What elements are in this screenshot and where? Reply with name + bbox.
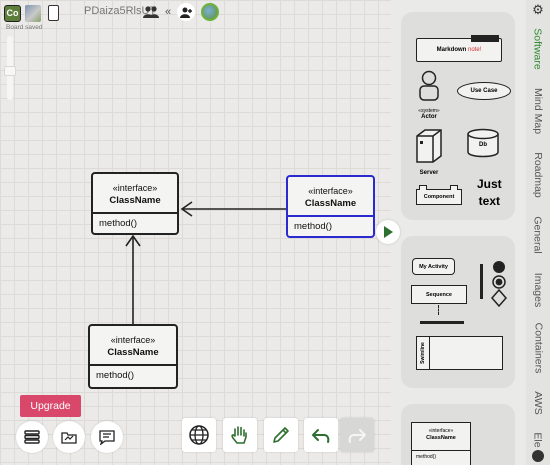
use-case-shape[interactable]: Use Case	[457, 82, 511, 100]
globe-button[interactable]	[182, 418, 216, 452]
component-label: Component	[423, 194, 455, 200]
open-folder-button[interactable]	[53, 421, 85, 453]
tab-mind-map[interactable]: Mind Map	[526, 82, 550, 140]
class-method: method()	[96, 370, 135, 381]
fork-bar[interactable]	[480, 264, 483, 299]
redo-icon	[348, 429, 366, 443]
activity-shapes-card: My Activity Sequence Swimline	[401, 236, 515, 388]
actor-shape[interactable]: «system» Actor	[415, 70, 443, 120]
settings-gear-icon[interactable]: ⚙	[529, 2, 547, 18]
upgrade-button[interactable]: Upgrade	[20, 395, 81, 417]
markdown-note-shape[interactable]: Markdown note!	[416, 35, 502, 62]
sequence-shape[interactable]: Sequence	[411, 285, 467, 304]
uml-class-top-left[interactable]: «interface» ClassName method()	[91, 172, 179, 235]
tab-roadmap[interactable]: Roadmap	[526, 148, 550, 202]
pencil-button[interactable]	[264, 418, 298, 452]
db-shape[interactable]: Db	[466, 128, 500, 158]
uml-class-bottom[interactable]: «interface» ClassName method()	[88, 324, 178, 389]
decision-icon[interactable]	[491, 288, 507, 308]
comment-icon	[99, 429, 115, 445]
class-shape-method: method()	[416, 454, 437, 460]
just-text-line-2: text	[478, 194, 501, 208]
join-bar[interactable]	[420, 321, 464, 324]
class-shape-name: ClassName	[426, 435, 456, 441]
class-shapes-card: «interface» ClassName method()	[401, 404, 515, 465]
component-port	[419, 185, 427, 190]
class-stereotype: «interface»	[308, 186, 353, 196]
actor-label: Actor	[421, 114, 437, 120]
pan-hand-button[interactable]	[223, 418, 257, 452]
class-header: «interface» ClassName	[93, 174, 177, 214]
activity-label: My Activity	[419, 263, 448, 270]
folder-icon	[61, 432, 77, 444]
shape-panel: Markdown note! «system» Actor Use Case S…	[391, 0, 526, 465]
flow-controls	[491, 261, 507, 308]
tab-images[interactable]: Images	[526, 266, 550, 314]
software-shapes-card: Markdown note! «system» Actor Use Case S…	[401, 12, 515, 220]
tab-aws[interactable]: AWS	[526, 388, 550, 418]
markdown-note-suffix: note!	[467, 47, 482, 53]
class-name: ClassName	[109, 195, 161, 206]
undo-icon	[312, 429, 330, 443]
start-node-icon[interactable]	[493, 261, 505, 273]
class-name: ClassName	[304, 198, 357, 209]
class-shape-stereotype: «interface»	[428, 428, 454, 434]
class-method: method()	[99, 218, 138, 229]
tab-general[interactable]: General	[526, 210, 550, 260]
class-stereotype: «interface»	[110, 335, 156, 345]
db-label: Db	[479, 142, 487, 148]
layers-button[interactable]	[16, 421, 48, 453]
hand-icon	[231, 426, 247, 444]
activity-shape[interactable]: My Activity	[412, 258, 455, 275]
server-icon	[416, 129, 442, 163]
note-tape	[471, 35, 499, 42]
redo-button[interactable]	[340, 418, 374, 452]
undo-button[interactable]	[304, 418, 338, 452]
server-label: Server	[419, 170, 439, 176]
sequence-label: Sequence	[426, 291, 452, 298]
pencil-icon	[273, 427, 289, 443]
collapse-panel-button[interactable]	[376, 220, 400, 244]
just-text-shape[interactable]: Just text	[477, 176, 502, 210]
category-tabs: ⚙ Software Mind Map Roadmap General Imag…	[526, 0, 550, 465]
layers-icon	[24, 430, 40, 444]
swimlane-label: Swimline	[420, 342, 426, 364]
globe-icon	[189, 425, 209, 445]
tab-ele[interactable]: Ele	[526, 428, 550, 452]
just-text-line-1: Just	[477, 177, 502, 191]
component-shape[interactable]: Component	[416, 185, 462, 205]
class-method: method()	[294, 221, 333, 232]
class-stereotype: «interface»	[112, 183, 158, 193]
class-name: ClassName	[107, 347, 159, 358]
actor-icon	[419, 70, 439, 101]
use-case-label: Use Case	[470, 88, 498, 94]
class-shape[interactable]: «interface» ClassName method()	[411, 422, 471, 465]
class-header: «interface» ClassName	[288, 177, 373, 217]
tab-containers[interactable]: Containers	[526, 318, 550, 378]
swimlane-shape[interactable]: Swimline	[416, 336, 503, 370]
play-icon	[384, 226, 393, 238]
markdown-note-label: Markdown	[436, 47, 467, 53]
tab-software[interactable]: Software	[526, 22, 550, 76]
tabs-scroll-down-button[interactable]	[532, 450, 544, 462]
component-port	[450, 185, 458, 190]
server-shape[interactable]: Server	[415, 128, 443, 176]
class-header: «interface» ClassName	[90, 326, 176, 366]
sequence-lifeline	[438, 305, 439, 315]
uml-class-selected[interactable]: «interface» ClassName method()	[286, 175, 375, 238]
comments-button[interactable]	[91, 421, 123, 453]
